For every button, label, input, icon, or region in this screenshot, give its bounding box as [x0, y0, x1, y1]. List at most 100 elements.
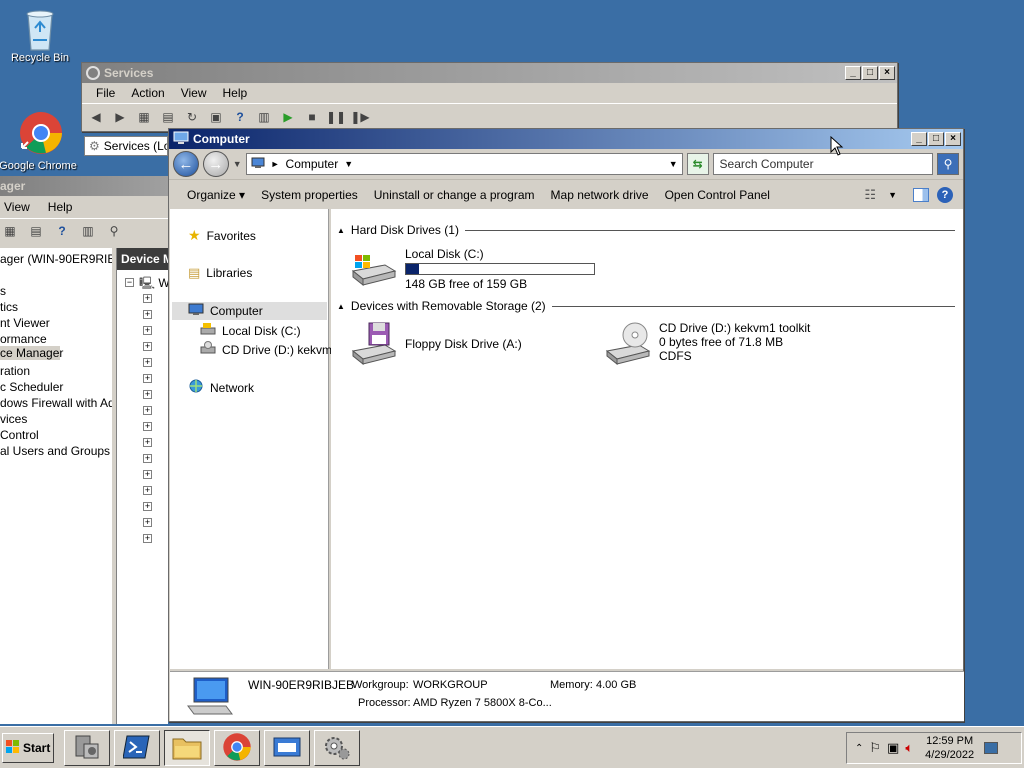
mgmt-tree-item[interactable]: dows Firewall with Adva — [0, 396, 112, 410]
expand-box[interactable]: + — [143, 390, 152, 399]
address-bar[interactable]: ► Computer ▼ ▼ — [245, 153, 683, 175]
open-control-panel-button[interactable]: Open Control Panel — [657, 188, 778, 202]
expand-box[interactable]: + — [143, 518, 152, 527]
recent-pages-dropdown-icon[interactable]: ▼ — [233, 159, 242, 169]
expand-box[interactable]: + — [143, 534, 152, 543]
expand-box[interactable]: + — [143, 310, 152, 319]
services-titlebar[interactable]: Services _ □ × — [82, 63, 897, 83]
clock[interactable]: 12:59 PM 4/29/2022 — [925, 734, 974, 762]
mgmt-menu-view[interactable]: View — [4, 200, 30, 214]
change-view-icon[interactable]: ☷ — [860, 187, 880, 203]
group-header-removable[interactable]: ▲ Devices with Removable Storage (2) — [337, 299, 955, 313]
expand-box[interactable]: + — [143, 422, 152, 431]
back-arrow-icon[interactable]: ◀ — [86, 108, 106, 126]
preview-pane-icon[interactable] — [913, 187, 929, 202]
group-header-hard-drives[interactable]: ▲ Hard Disk Drives (1) — [337, 223, 955, 237]
mgmt-help-icon[interactable]: ? — [52, 222, 72, 240]
network-tray-icon[interactable]: ▣ — [887, 740, 899, 756]
system-properties-button[interactable]: System properties — [253, 188, 366, 202]
mgmt-tree-item[interactable]: s — [0, 284, 6, 298]
search-input[interactable]: Search Computer — [712, 153, 934, 175]
export-icon[interactable]: ▣ — [206, 108, 226, 126]
computer-maximize-button[interactable]: □ — [928, 132, 944, 146]
view-dropdown-icon[interactable]: ▼ — [880, 190, 905, 200]
organize-button[interactable]: Organize ▾ — [179, 188, 253, 202]
mgmt-tree-item[interactable]: Control — [0, 428, 39, 442]
properties-icon[interactable]: ▤ — [158, 108, 178, 126]
show-desktop-icon[interactable] — [984, 742, 999, 754]
drive-floppy-a[interactable]: Floppy Disk Drive (A:) — [349, 321, 522, 368]
mgmt-view-icon[interactable]: ▦ — [0, 222, 20, 240]
drive-local-disk-c[interactable]: Local Disk (C:) 148 GB free of 159 GB — [349, 247, 595, 291]
mgmt-tree-item[interactable]: al Users and Groups — [0, 444, 110, 458]
services-close-button[interactable]: × — [879, 66, 895, 80]
taskbar-explorer-button[interactable] — [164, 730, 210, 766]
action-center-flag-icon[interactable]: ⚐ — [869, 740, 881, 756]
expand-box[interactable]: + — [143, 454, 152, 463]
expand-box[interactable]: + — [143, 342, 152, 351]
taskbar-server-manager-button[interactable] — [64, 730, 110, 766]
breadcrumb-dropdown-icon[interactable]: ▼ — [344, 159, 353, 169]
search-icon[interactable]: ⚲ — [937, 153, 959, 175]
nav-network[interactable]: Network — [188, 379, 254, 396]
mgmt-pane-icon[interactable]: ▥ — [78, 222, 98, 240]
stop-icon[interactable]: ■ — [302, 108, 322, 126]
mgmt-tree-item[interactable]: c Scheduler — [0, 380, 63, 394]
refresh-button[interactable]: ⇆ — [686, 153, 709, 175]
map-network-drive-button[interactable]: Map network drive — [543, 188, 657, 202]
forward-button[interactable]: → — [202, 151, 229, 177]
expand-box[interactable]: + — [143, 358, 152, 367]
desktop-icon-chrome[interactable]: Google Chrome — [0, 110, 78, 172]
mgmt-tree-item[interactable]: vices — [0, 412, 27, 426]
breadcrumb-computer[interactable]: Computer — [286, 157, 339, 171]
taskbar-window-button[interactable] — [264, 730, 310, 766]
mgmt-tree-item[interactable]: ormance — [0, 332, 47, 346]
mgmt-menu-help[interactable]: Help — [48, 200, 73, 214]
mgmt-titlebar[interactable]: ager — [0, 176, 168, 196]
console-tree-icon[interactable]: ▦ — [134, 108, 154, 126]
show-hidden-icons-icon[interactable]: ⌃ — [855, 743, 863, 754]
collapse-box[interactable]: − — [125, 278, 134, 287]
expand-box[interactable]: + — [143, 326, 152, 335]
drive-cd-d[interactable]: CD Drive (D:) kekvm1 toolkit 0 bytes fre… — [603, 321, 810, 368]
refresh-icon[interactable]: ↻ — [182, 108, 202, 126]
computer-close-button[interactable]: × — [945, 132, 961, 146]
pause-icon[interactable]: ❚❚ — [326, 108, 346, 126]
mgmt-tree-item[interactable]: nt Viewer — [0, 316, 50, 330]
computer-management-window[interactable]: ager View Help ▦ ▤ ? ▥ ⚲ ager (WIN-90ER9… — [0, 176, 168, 724]
expand-box[interactable]: + — [143, 406, 152, 415]
help-icon[interactable]: ? — [230, 108, 250, 126]
nav-libraries[interactable]: ▤ Libraries — [188, 265, 252, 281]
address-history-dropdown-icon[interactable]: ▼ — [669, 159, 678, 169]
volume-muted-icon[interactable]: 🔈︎ — [905, 740, 913, 756]
services-maximize-button[interactable]: □ — [862, 66, 878, 80]
mgmt-scan-icon[interactable]: ⚲ — [104, 222, 124, 240]
services-menu-action[interactable]: Action — [123, 86, 172, 100]
mgmt-tree-root[interactable]: ager (WIN-90ER9RIBJE — [0, 252, 112, 266]
expand-box[interactable]: + — [143, 438, 152, 447]
start-button[interactable]: Start — [2, 733, 54, 763]
forward-arrow-icon[interactable]: ▶ — [110, 108, 130, 126]
nav-computer[interactable]: Computer — [172, 302, 327, 320]
expand-box[interactable]: + — [143, 486, 152, 495]
services-tree-item[interactable]: ⚙ Services (Lo — [84, 136, 168, 156]
services-menu-view[interactable]: View — [173, 86, 215, 100]
mgmt-properties-icon[interactable]: ▤ — [26, 222, 46, 240]
taskbar-chrome-button[interactable] — [214, 730, 260, 766]
device-root[interactable]: 🖳 W — [139, 274, 168, 295]
services-minimize-button[interactable]: _ — [845, 66, 861, 80]
restart-icon[interactable]: ❚▶ — [350, 108, 370, 126]
desktop-icon-recycle-bin[interactable]: Recycle Bin — [0, 6, 80, 64]
expand-box[interactable]: + — [143, 470, 152, 479]
view-icon[interactable]: ▥ — [254, 108, 274, 126]
expand-box[interactable]: + — [143, 502, 152, 511]
taskbar-services-button[interactable] — [314, 730, 360, 766]
expand-box[interactable]: + — [143, 294, 152, 303]
back-button[interactable]: ← — [173, 151, 199, 177]
mgmt-tree-item[interactable]: ration — [0, 364, 30, 378]
computer-minimize-button[interactable]: _ — [911, 132, 927, 146]
services-window[interactable]: Services _ □ × File Action View Help ◀ ▶… — [81, 62, 898, 132]
expand-box[interactable]: + — [143, 374, 152, 383]
nav-favorites[interactable]: ★ Favorites — [188, 227, 256, 244]
nav-cd-drive[interactable]: CD Drive (D:) kekvm1 — [200, 341, 339, 358]
